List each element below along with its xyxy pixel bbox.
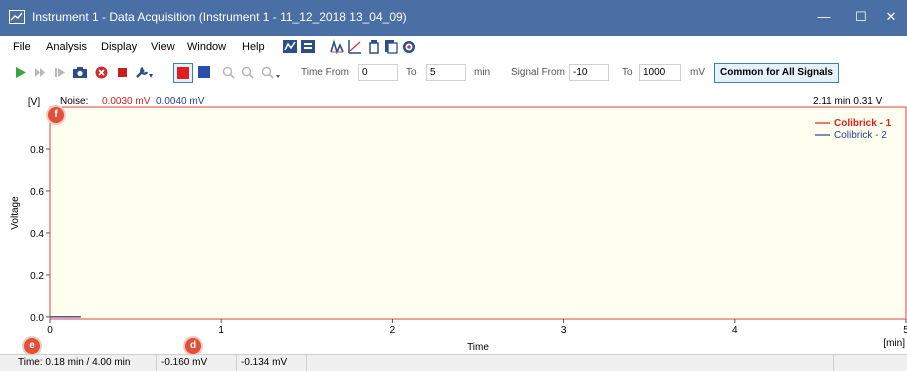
common-for-all-signals-button[interactable]: Common for All Signals (714, 63, 839, 83)
fast-forward-icon[interactable] (34, 66, 47, 79)
menu-bar: File Analysis Display View Window Help (0, 36, 907, 58)
signal-red-icon (177, 67, 189, 79)
title-bar: Instrument 1 - Data Acquisition (Instrum… (0, 0, 907, 36)
menu-file[interactable]: File (13, 41, 31, 53)
y-tick-label-2: 0.4 (30, 229, 44, 240)
x-tick-label-3: 3 (561, 325, 567, 336)
x-tick-label-5: 5 (903, 325, 907, 336)
camera-icon[interactable] (72, 66, 88, 79)
chart-app-icon (9, 10, 25, 24)
plot-area (49, 106, 907, 320)
time-unit-label: min (474, 67, 491, 78)
menu-view[interactable]: View (151, 41, 175, 53)
legend-label-1: Colibrick - 1 (834, 118, 892, 129)
signal-to-input[interactable] (639, 64, 681, 81)
time-from-label: Time From (301, 67, 349, 78)
signal-from-input[interactable] (569, 64, 609, 81)
y-tick-label-3: 0.6 (30, 187, 44, 198)
signal-to-label: To (622, 67, 633, 78)
peak-table-icon[interactable] (301, 39, 315, 54)
status-empty-2 (834, 355, 907, 371)
y-tick-label-4: 0.8 (30, 145, 44, 156)
x-tick-label-2: 2 (390, 325, 396, 336)
x-unit-label: [min] (883, 338, 905, 349)
signal-plot[interactable]: 0.0 0.2 0.4 0.6 0.8 0 1 2 3 4 5 [V] Voltage Time [min]… (0, 88, 907, 353)
legend-label-2: Colibrick - 2 (834, 130, 887, 141)
menu-help[interactable]: Help (242, 41, 265, 53)
y-unit-label: [V] (28, 97, 40, 108)
time-from-input[interactable] (358, 64, 398, 81)
status-empty-1 (774, 355, 834, 371)
zoom-reset-icon[interactable] (261, 66, 280, 79)
y-tick-label-0: 0.0 (30, 313, 44, 324)
status-signal-1: -0.160 mV (157, 355, 237, 371)
step-forward-icon[interactable] (54, 66, 67, 79)
sample-vial-icon[interactable] (367, 39, 381, 54)
zoom-in-icon[interactable] (222, 66, 235, 79)
chromatogram-overlay-icon[interactable] (283, 39, 297, 54)
report-icon[interactable] (384, 39, 398, 54)
zoom-out-icon[interactable] (241, 66, 254, 79)
x-axis-label: Time (467, 342, 489, 353)
annotation-badge-e: e (24, 338, 40, 354)
status-signal-2: -0.134 mV (237, 355, 307, 371)
maximize-button[interactable]: ☐ (844, 0, 878, 36)
time-to-label: To (406, 67, 417, 78)
x-tick-label-1: 1 (218, 325, 224, 336)
y-axis-label: Voltage (10, 196, 21, 230)
integration-icon[interactable] (330, 39, 344, 54)
minimize-button[interactable]: — (807, 0, 841, 36)
y-tick-label-1: 0.2 (30, 271, 44, 282)
toolbar: Time From To min Signal From To mV Commo… (0, 58, 907, 88)
x-tick-label-4: 4 (732, 325, 738, 336)
wrench-icon[interactable] (135, 66, 153, 79)
annotation-badge-f: f (48, 107, 64, 123)
menu-analysis[interactable]: Analysis (46, 41, 87, 53)
play-icon[interactable] (14, 66, 27, 79)
status-bar: Time: 0.18 min / 4.00 min -0.160 mV -0.1… (0, 354, 907, 371)
calibration-icon[interactable] (348, 39, 362, 54)
window-title: Instrument 1 - Data Acquisition (Instrum… (32, 10, 407, 24)
signal-from-label: Signal From (511, 67, 565, 78)
signal-blue-icon[interactable] (198, 66, 211, 79)
stop-circle-icon[interactable] (95, 66, 108, 79)
status-time: Time: 0.18 min / 4.00 min (14, 355, 157, 371)
time-to-input[interactable] (426, 64, 466, 81)
close-button[interactable]: ✕ (874, 0, 907, 36)
menu-window[interactable]: Window (187, 41, 226, 53)
target-icon[interactable] (402, 39, 416, 54)
signal-red-toggle[interactable] (173, 63, 193, 83)
x-tick-label-0: 0 (47, 325, 53, 336)
stop-square-icon[interactable] (118, 66, 128, 79)
annotation-badge-d: d (185, 338, 201, 354)
signal-unit-label: mV (690, 67, 705, 78)
menu-display[interactable]: Display (101, 41, 137, 53)
